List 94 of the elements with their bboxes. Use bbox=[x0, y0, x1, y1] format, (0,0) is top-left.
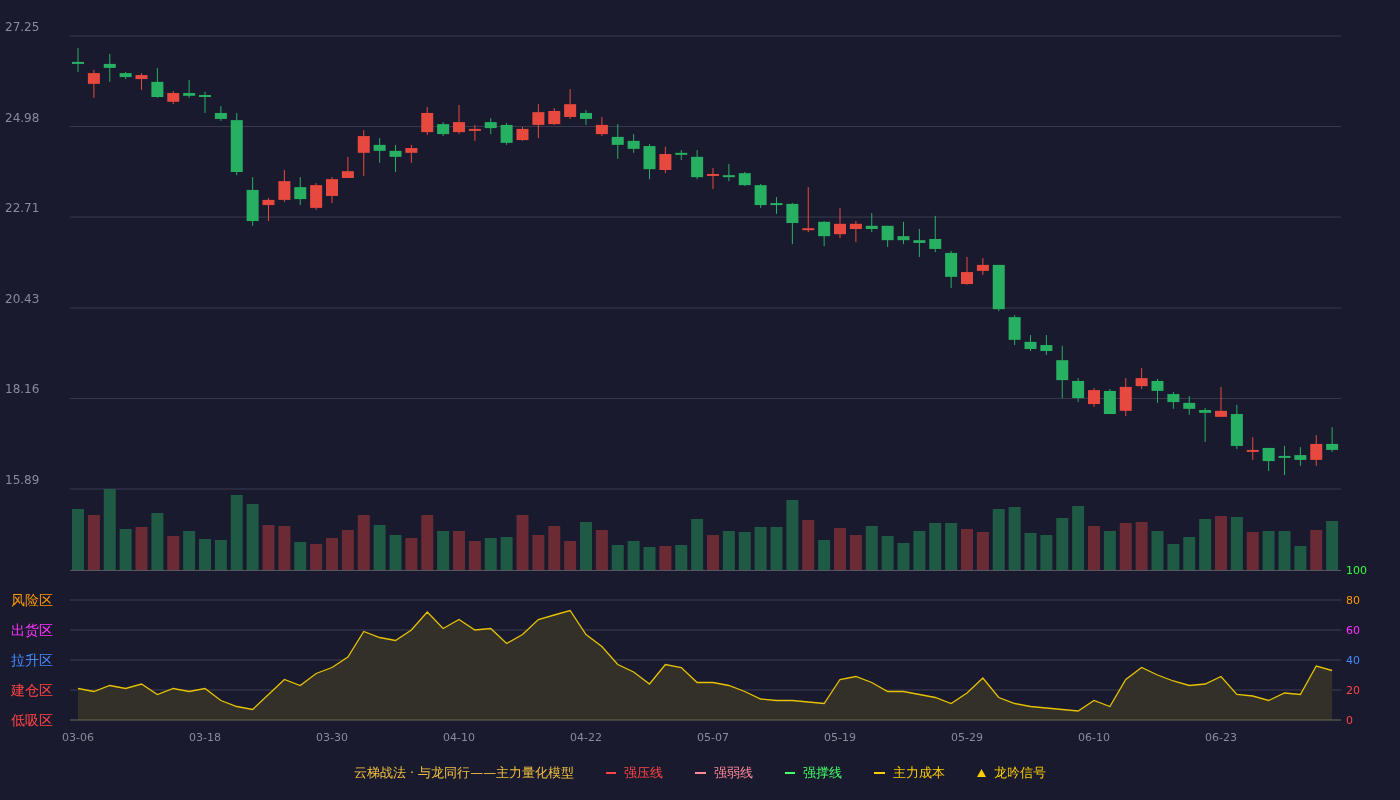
price-axis-label: 18.16 bbox=[5, 382, 40, 397]
candlestick bbox=[913, 228, 926, 258]
candlestick bbox=[278, 169, 291, 203]
candlestick bbox=[643, 143, 656, 180]
candlestick bbox=[1199, 407, 1212, 443]
legend-label: 强弱线 bbox=[714, 764, 754, 782]
candlestick bbox=[1008, 314, 1021, 346]
price-axis-label: 15.89 bbox=[5, 473, 40, 487]
candlestick bbox=[262, 197, 275, 222]
date-axis-label: 03-30 bbox=[316, 731, 348, 744]
candlestick bbox=[1040, 334, 1053, 356]
candlestick bbox=[357, 129, 370, 177]
candlestick bbox=[659, 146, 672, 174]
date-axis-label: 04-10 bbox=[443, 731, 475, 744]
y-axis-label: 40 bbox=[1346, 654, 1360, 667]
candlestick bbox=[1278, 445, 1291, 476]
price-axis-label: 22.71 bbox=[5, 201, 40, 216]
candlestick bbox=[72, 47, 84, 73]
candlestick bbox=[802, 186, 815, 233]
candlestick bbox=[1056, 345, 1069, 399]
candlestick bbox=[818, 220, 831, 247]
candlestick bbox=[786, 202, 799, 245]
date-axis-label: 05-07 bbox=[697, 731, 729, 744]
candlestick bbox=[468, 124, 481, 142]
candlestick bbox=[1151, 378, 1164, 404]
candlestick bbox=[897, 221, 910, 245]
candlestick bbox=[500, 122, 513, 146]
legend-label: 龙吟信号 bbox=[994, 764, 1047, 782]
candlestick bbox=[532, 103, 545, 139]
candlestick bbox=[294, 176, 307, 206]
candlestick bbox=[1246, 436, 1259, 461]
legend-title: 云梯战法 · 与龙同行——主力量化模型 bbox=[353, 764, 575, 782]
date-axis-label: 06-23 bbox=[1205, 731, 1237, 744]
candlestick bbox=[691, 149, 704, 180]
zone-label: 拉升区 bbox=[11, 652, 53, 668]
legend-label: 强压线 bbox=[624, 764, 664, 782]
candlestick bbox=[849, 220, 862, 243]
candlestick bbox=[1088, 387, 1100, 408]
candlestick bbox=[453, 104, 465, 135]
candlestick bbox=[865, 212, 878, 233]
candlestick bbox=[214, 105, 227, 122]
date-axis-label: 03-06 bbox=[62, 731, 94, 744]
candlestick bbox=[1183, 395, 1196, 416]
candlestick bbox=[310, 182, 323, 211]
candlestick bbox=[564, 88, 577, 120]
legend-label: 主力成本 bbox=[893, 764, 946, 782]
candlestick bbox=[1072, 377, 1085, 403]
date-axis-label: 03-18 bbox=[189, 731, 221, 744]
y-axis-label: 0 bbox=[1346, 714, 1353, 727]
price-axis-label: 24.98 bbox=[5, 110, 40, 125]
price-axis-label: 27.25 bbox=[5, 20, 40, 34]
candlestick bbox=[961, 256, 973, 286]
candlestick bbox=[1103, 388, 1116, 415]
zone-label: 风险区 bbox=[11, 592, 53, 608]
y-axis-label: 60 bbox=[1346, 624, 1360, 637]
date-axis-label: 05-19 bbox=[824, 731, 856, 744]
legend-label: 强撑线 bbox=[803, 764, 843, 782]
candlestick bbox=[722, 163, 735, 182]
candlestick bbox=[834, 207, 846, 239]
candlestick bbox=[611, 123, 624, 160]
candlestick bbox=[1326, 426, 1339, 453]
zone-label: 低吸区 bbox=[11, 712, 53, 728]
candlestick bbox=[580, 109, 592, 126]
candlestick bbox=[1215, 386, 1227, 418]
candlestick bbox=[373, 137, 386, 164]
candlestick bbox=[945, 250, 958, 289]
candlestick bbox=[1310, 434, 1323, 467]
candlestick bbox=[707, 167, 719, 190]
zone-label: 建仓区 bbox=[11, 682, 53, 698]
candlestick bbox=[341, 156, 354, 179]
candlestick bbox=[183, 79, 196, 99]
candlestick bbox=[151, 67, 164, 99]
date-axis-label: 05-29 bbox=[951, 731, 983, 744]
candlestick bbox=[1135, 367, 1148, 390]
date-axis-label: 06-10 bbox=[1078, 731, 1110, 744]
y-axis-label: 80 bbox=[1346, 594, 1360, 607]
y-axis-label: 20 bbox=[1346, 684, 1360, 697]
candlestick bbox=[389, 144, 402, 173]
date-axis-label: 04-22 bbox=[570, 731, 602, 744]
candlestick bbox=[199, 91, 211, 114]
candlestick bbox=[421, 106, 434, 136]
price-axis-label: 20.43 bbox=[5, 291, 40, 306]
y-axis-label: 100 bbox=[1346, 564, 1367, 577]
candlestick bbox=[627, 133, 640, 154]
candlestick bbox=[326, 176, 338, 204]
candlestick bbox=[103, 53, 116, 83]
candlestick bbox=[1119, 377, 1132, 417]
candlestick bbox=[929, 215, 942, 253]
candlestick bbox=[976, 257, 989, 276]
zone-label: 出货区 bbox=[11, 622, 53, 638]
candlestick bbox=[87, 69, 100, 99]
candlestick bbox=[1294, 446, 1307, 467]
candlestick bbox=[754, 183, 767, 209]
candlestick bbox=[595, 116, 608, 137]
